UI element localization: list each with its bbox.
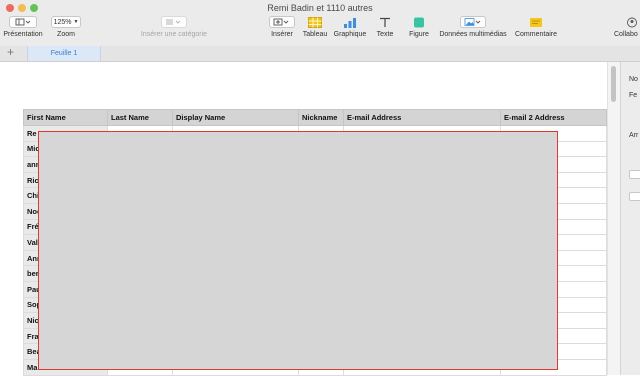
presentation-label: Présentation <box>3 31 43 38</box>
zoom-value: 125% <box>53 18 72 26</box>
sidebar-view-icon <box>15 18 31 26</box>
column-header-first-name[interactable]: First Name <box>23 109 108 126</box>
comment-button[interactable]: Commentaire <box>513 16 559 38</box>
table-label: Tableau <box>302 31 328 38</box>
sheet-tab[interactable]: Feuille 1 <box>27 46 101 61</box>
column-header-last-name[interactable]: Last Name <box>107 109 173 126</box>
window-toolbar: Remi Badin et 1110 autres Présentation 1… <box>0 0 640 47</box>
text-label: Texte <box>376 31 394 38</box>
shape-button[interactable]: Figure <box>406 16 432 38</box>
collaborate-label: Collabo <box>614 31 638 38</box>
scrollbar-thumb[interactable] <box>611 66 616 102</box>
inspector-section-label: Arr <box>629 132 639 139</box>
inspector-label: No <box>629 76 638 83</box>
bar-chart-icon <box>344 17 356 28</box>
category-list-icon <box>166 19 181 25</box>
format-inspector: No Fe Arr <box>620 62 640 375</box>
text-box-icon <box>380 17 390 27</box>
column-header-email[interactable]: E-mail Address <box>343 109 501 126</box>
media-photo-icon <box>464 18 481 26</box>
insert-plus-icon <box>273 18 289 26</box>
table-icon <box>308 16 322 28</box>
sheet-tab-bar: + Feuille 1 <box>0 45 640 62</box>
shape-label: Figure <box>409 31 429 38</box>
vertical-scrollbar[interactable] <box>607 62 621 375</box>
chart-label: Graphique <box>333 31 367 38</box>
insert-button[interactable]: Insérer <box>268 16 296 38</box>
table-button[interactable]: Tableau <box>301 16 329 38</box>
inspector-sheet-name-value[interactable]: Fe <box>629 92 637 99</box>
inspector-input[interactable] <box>629 192 640 201</box>
comment-label: Commentaire <box>514 31 557 38</box>
comment-icon <box>530 17 542 27</box>
presentation-menu-button[interactable]: Présentation <box>3 16 43 38</box>
column-header-nickname[interactable]: Nickname <box>298 109 344 126</box>
shape-icon <box>414 17 424 27</box>
collaborate-button[interactable]: Collabo <box>614 16 640 38</box>
column-header-email-2[interactable]: E-mail 2 Address <box>500 109 607 126</box>
zoom-label: Zoom <box>57 31 75 38</box>
window-title: Remi Badin et 1110 autres <box>267 3 373 13</box>
redaction-overlay <box>38 131 558 370</box>
inspector-input[interactable] <box>629 170 640 179</box>
chart-button[interactable]: Graphique <box>333 16 367 38</box>
media-button[interactable]: Données multimédias <box>437 16 509 38</box>
column-header-display-name[interactable]: Display Name <box>172 109 299 126</box>
add-sheet-button[interactable]: + <box>7 45 14 59</box>
media-label: Données multimédias <box>439 31 507 38</box>
insert-label: Insérer <box>271 31 293 38</box>
zoom-select[interactable]: 125% ▼ Zoom <box>50 16 82 38</box>
chevron-down-icon: ▼ <box>73 19 79 25</box>
category-label: Insérer une catégorie <box>140 31 208 38</box>
insert-category-button[interactable]: Insérer une catégorie <box>138 16 210 38</box>
collaborate-icon <box>627 17 637 27</box>
table-header-row: First Name Last Name Display Name Nickname E… <box>23 109 607 126</box>
text-button[interactable]: Texte <box>373 16 397 38</box>
